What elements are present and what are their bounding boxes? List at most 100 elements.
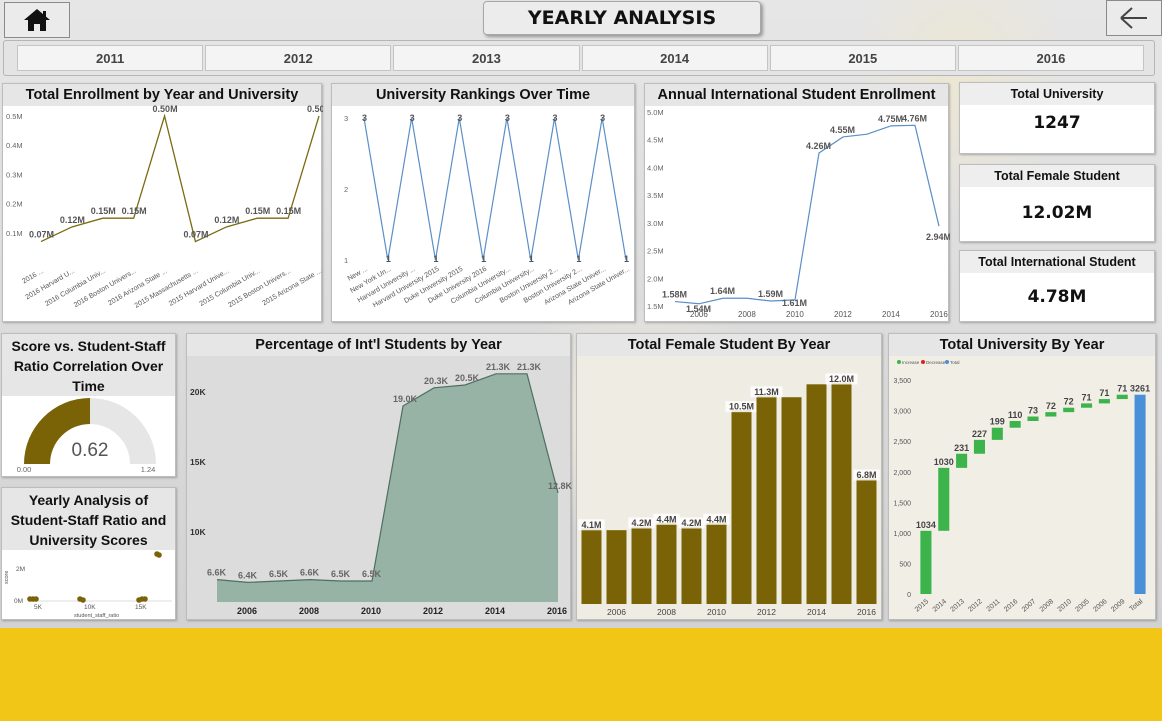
y-tick-label: 2.0M <box>647 274 664 283</box>
bar <box>1134 394 1146 594</box>
area-chart-card[interactable]: Percentage of Int'l Students by Year 20K… <box>186 333 572 620</box>
female-chart-card[interactable]: Total Female Student By Year 4.1M 4.2M 4.4… <box>576 333 882 620</box>
gauge-value: 0.62 <box>72 440 109 461</box>
year-slicer-item[interactable]: 2014 <box>581 45 768 71</box>
x-tick-label: 2006 <box>607 607 626 617</box>
y-axis-label: score <box>4 571 10 584</box>
series-line <box>363 117 627 261</box>
bar <box>1027 416 1039 421</box>
kpi-total-female-student[interactable]: Total Female Student 12.02M <box>959 164 1155 242</box>
bar <box>781 397 802 604</box>
data-label: 1.59M <box>758 289 783 299</box>
x-tick-label: 10K <box>84 604 96 611</box>
x-tick-label: 2007 <box>1021 598 1038 613</box>
data-label: 231 <box>954 443 969 453</box>
kpi-title: Total Female Student <box>960 165 1154 187</box>
data-label: 0.07M <box>29 230 54 240</box>
data-label: 0.12M <box>214 215 239 225</box>
data-label: 71 <box>1099 388 1109 398</box>
data-label: 0.15M <box>91 206 116 216</box>
legend-label: Decrease <box>926 360 946 365</box>
home-button[interactable] <box>4 2 70 38</box>
y-tick-label: 0.2M <box>6 200 23 209</box>
data-label: 1 <box>433 254 438 264</box>
x-tick-label: 2009 <box>1110 598 1127 613</box>
scatter-card[interactable]: Yearly Analysis of Student-Staff Ratio a… <box>1 487 176 620</box>
bar <box>606 530 627 604</box>
x-tick-label: 2016 ... <box>21 268 45 286</box>
data-label: 0.50M <box>307 104 323 114</box>
x-tick-label: 2008 <box>657 607 676 617</box>
intl-percent-area-chart: 20K 15K 10K 6.6K 6.4K 6.5K 6.6K 6.5K 6.5K 19.0K 20… <box>190 362 572 616</box>
bar <box>920 530 932 594</box>
data-label: 20.5K <box>455 373 480 383</box>
data-label: 4.76M <box>902 113 927 123</box>
data-label: 4.4M <box>656 514 676 524</box>
bar <box>706 522 727 604</box>
data-label: 71 <box>1117 384 1127 394</box>
y-tick-label: 1,500 <box>893 500 911 507</box>
enrollment-chart-card[interactable]: Total Enrollment by Year and University … <box>2 83 323 322</box>
data-label: 0.07M <box>183 230 208 240</box>
y-tick-label: 3.0M <box>647 219 664 228</box>
data-label: 6.5K <box>362 569 382 579</box>
data-label: 0.12M <box>60 215 85 225</box>
waterfall-card[interactable]: Total University By Year Increase Decreas… <box>888 333 1156 620</box>
data-label: 4.55M <box>830 125 855 135</box>
kpi-total-university[interactable]: Total University 1247 <box>959 82 1155 154</box>
x-tick-label: 2014 <box>807 607 826 617</box>
year-slicer-item[interactable]: 2015 <box>769 45 956 71</box>
international-chart-card[interactable]: Annual International Student Enrollment … <box>644 83 950 322</box>
data-label: 6.5K <box>269 569 289 579</box>
x-tick-label: 2015 <box>914 598 931 613</box>
y-tick-label: 2,000 <box>893 470 911 477</box>
x-tick-label: 2008 <box>1039 598 1056 613</box>
data-label: 0.50M <box>153 104 178 114</box>
legend-marker <box>945 360 949 364</box>
data-label: 110 <box>1008 410 1023 420</box>
page-title: YEARLY ANALYSIS <box>483 1 761 35</box>
data-label: 72 <box>1046 401 1056 411</box>
rankings-chart-card[interactable]: University Rankings Over Time 3 2 1 3 New ..… <box>331 83 635 322</box>
x-tick-label: 2006 <box>1092 598 1109 613</box>
data-label: 1 <box>624 254 629 264</box>
university-waterfall-chart: Increase Decrease Total 3,500 3,000 2,500 2,00… <box>893 360 1150 614</box>
data-label: 6.4K <box>238 570 258 580</box>
bar <box>1009 420 1021 428</box>
y-tick-label: 2M <box>16 566 25 573</box>
x-tick-label: 2005 <box>1074 598 1091 613</box>
data-label: 19.0K <box>393 394 418 404</box>
data-label: 1034 <box>916 520 936 530</box>
x-tick-label: 2012 <box>834 310 852 319</box>
data-label: 1 <box>529 254 534 264</box>
year-slicer-item[interactable]: 2013 <box>393 45 580 71</box>
x-tick-label: 2010 <box>1057 598 1074 613</box>
y-tick-label: 1.5M <box>647 302 664 311</box>
kpi-total-international-student[interactable]: Total International Student 4.78M <box>959 250 1155 322</box>
data-label: 71 <box>1082 392 1092 402</box>
back-button[interactable] <box>1106 0 1162 36</box>
x-tick-label: 2006 <box>237 606 257 616</box>
bar <box>681 526 702 604</box>
x-tick-label: 2014 <box>485 606 505 616</box>
data-label: 12.0M <box>829 374 854 384</box>
year-slicer-item[interactable]: 2011 <box>17 45 204 71</box>
data-label: 20.3K <box>424 376 449 386</box>
x-tick-label: 2015 Arizona State ... <box>262 268 323 308</box>
area-fill <box>217 373 558 602</box>
gauge-card[interactable]: Score vs. Student-Staff Ratio Correlatio… <box>1 333 176 477</box>
data-label: 1030 <box>934 457 954 467</box>
year-slicer-item[interactable]: 2016 <box>957 45 1145 71</box>
year-slicer-item[interactable]: 2012 <box>205 45 392 71</box>
data-label: 3 <box>505 113 510 123</box>
bar <box>1081 403 1093 408</box>
y-tick-label: 5.0M <box>647 108 664 117</box>
data-label: 21.3K <box>517 362 542 372</box>
bar <box>731 410 752 604</box>
data-label: 6.8M <box>856 470 876 480</box>
female-bar-chart: 4.1M 4.2M 4.4M 4.2M 4.4M 10.5M11.3M 12.0M 6.8M 2… <box>578 373 880 617</box>
data-label: 12.8K <box>548 481 572 491</box>
scatter-point <box>33 596 39 602</box>
y-tick-label: 15K <box>190 457 206 467</box>
x-axis-label: student_staff_ratio <box>74 613 119 619</box>
